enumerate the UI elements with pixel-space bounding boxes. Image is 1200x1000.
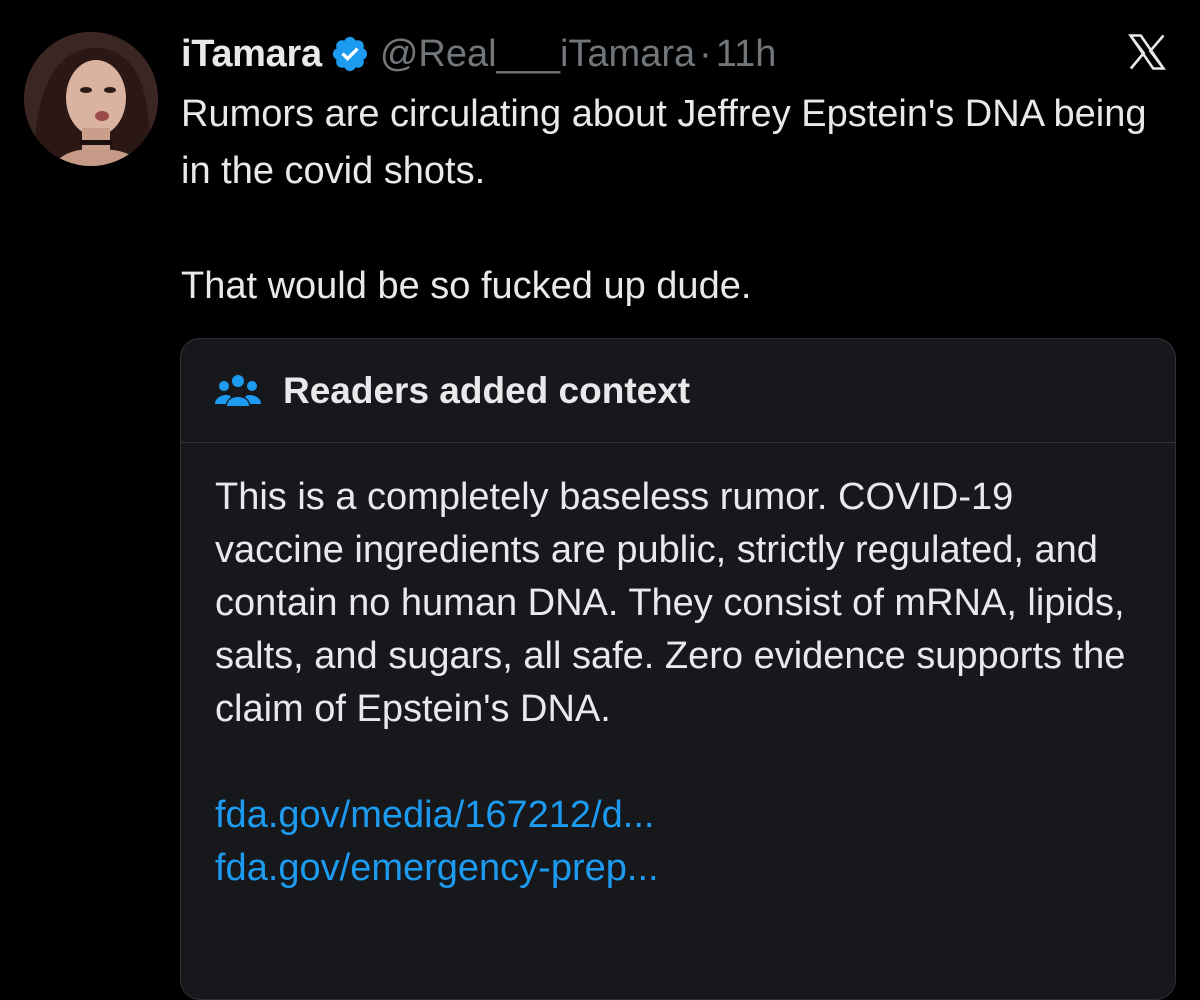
tweet-text: Rumors are circulating about Jeffrey Eps… <box>181 86 1171 315</box>
avatar-image <box>24 32 158 166</box>
x-logo-icon <box>1128 34 1166 70</box>
tweet-timestamp[interactable]: 11h <box>716 33 777 76</box>
tweet-text-line: Rumors are circulating about Jeffrey Eps… <box>181 93 1147 192</box>
community-note-body: This is a completely baseless rumor. COV… <box>181 443 1175 895</box>
community-note-text: This is a completely baseless rumor. COV… <box>215 476 1126 730</box>
source-link[interactable]: fda.gov/media/167212/d... <box>215 789 1141 842</box>
avatar[interactable] <box>24 32 158 166</box>
tweet: iTamara @Real___iTamara · 11h Rumors are… <box>0 0 1200 1000</box>
tweet-text-line: That would be so fucked up dude. <box>181 265 752 307</box>
community-note-card[interactable]: Readers added context This is a complete… <box>180 338 1176 1000</box>
tweet-header: iTamara @Real___iTamara · 11h <box>181 24 776 84</box>
source-link[interactable]: fda.gov/emergency-prep... <box>215 842 1141 895</box>
community-note-links: fda.gov/media/167212/d... fda.gov/emerge… <box>215 789 1141 895</box>
verified-badge-icon <box>332 36 367 72</box>
author-display-name[interactable]: iTamara <box>181 33 322 76</box>
author-handle[interactable]: @Real___iTamara <box>380 33 695 76</box>
community-note-header: Readers added context <box>181 339 1175 443</box>
community-note-title: Readers added context <box>283 369 691 411</box>
people-icon <box>215 374 261 406</box>
separator-dot: · <box>699 32 712 75</box>
